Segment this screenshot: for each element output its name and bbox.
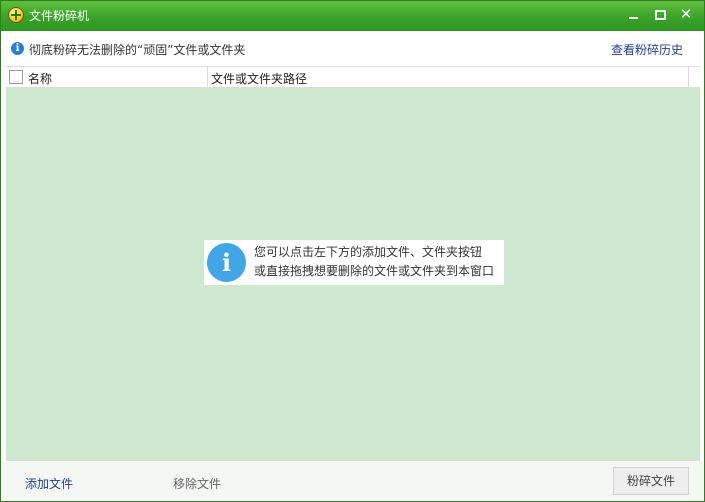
info-icon: i bbox=[207, 243, 246, 282]
info-icon: i bbox=[11, 42, 24, 55]
window-title: 文件粉碎机 bbox=[29, 9, 90, 23]
title-bar[interactable]: 文件粉碎机 ✕ bbox=[1, 1, 704, 31]
remove-file-button[interactable]: 移除文件 bbox=[173, 475, 221, 492]
add-file-button[interactable]: 添加文件 bbox=[25, 475, 73, 492]
tip-line: 或直接拖拽想要删除的文件或文件夹到本窗口 bbox=[254, 264, 495, 278]
shred-file-button[interactable]: 粉碎文件 bbox=[613, 467, 689, 495]
empty-tip: i 您可以点击左下方的添加文件、文件夹按钮 或直接拖拽想要删除的文件或文件夹到本… bbox=[204, 240, 504, 285]
footer-bar: 添加文件 移除文件 粉碎文件 bbox=[1, 461, 704, 501]
info-text: 彻底粉碎无法删除的“顽固”文件或文件夹 bbox=[29, 43, 246, 57]
maximize-button[interactable] bbox=[649, 5, 671, 23]
column-header-path[interactable]: 文件或文件夹路径 bbox=[211, 70, 307, 87]
select-all-checkbox[interactable] bbox=[9, 70, 23, 84]
column-header-name[interactable]: 名称 bbox=[28, 70, 52, 87]
maximize-icon bbox=[655, 10, 666, 20]
info-bar: i 彻底粉碎无法删除的“顽固”文件或文件夹 查看粉碎历史 bbox=[1, 32, 704, 65]
view-history-link[interactable]: 查看粉碎历史 bbox=[611, 41, 683, 58]
tip-line: 您可以点击左下方的添加文件、文件夹按钮 bbox=[254, 245, 483, 259]
list-header: 名称 文件或文件夹路径 bbox=[6, 66, 700, 88]
close-icon: ✕ bbox=[679, 5, 693, 23]
app-shredder-icon bbox=[8, 7, 24, 23]
minimize-icon bbox=[629, 17, 638, 19]
column-divider[interactable] bbox=[207, 67, 208, 87]
file-drop-list[interactable]: i 您可以点击左下方的添加文件、文件夹按钮 或直接拖拽想要删除的文件或文件夹到本… bbox=[6, 88, 700, 461]
shredder-window: 文件粉碎机 ✕ i 彻底粉碎无法删除的“顽固”文件或文件夹 查看粉碎历史 名称 … bbox=[0, 0, 705, 502]
minimize-button[interactable] bbox=[623, 5, 645, 23]
column-divider[interactable] bbox=[688, 67, 689, 87]
close-button[interactable]: ✕ bbox=[675, 5, 697, 23]
